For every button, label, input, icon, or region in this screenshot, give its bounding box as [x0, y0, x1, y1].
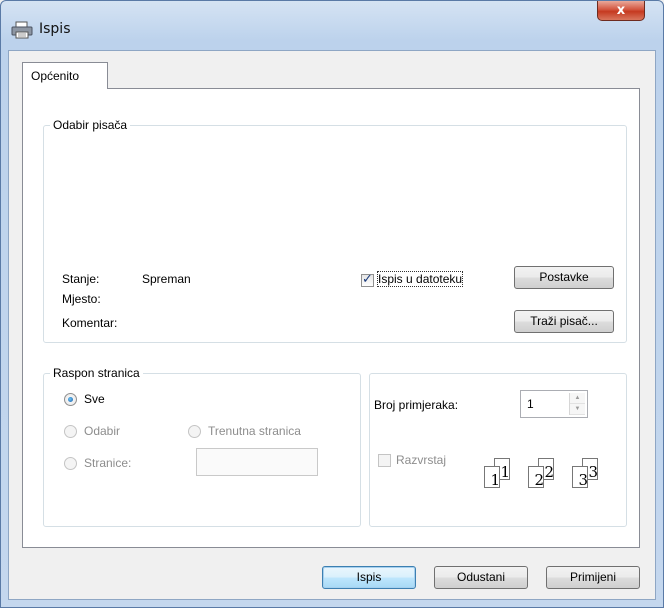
copies-group: Broj primjeraka: 1 ▲ ▼ Razvrstaj 1 1 2 2… — [369, 373, 627, 527]
collate-page-front: 1 — [484, 466, 500, 488]
print-button-label: Ispis — [356, 570, 382, 584]
preferences-button-label: Postavke — [539, 270, 589, 284]
general-tab-panel: Odabir pisača Stanje: Spreman Mjesto: Ko… — [22, 88, 640, 548]
tab-general-label: Općenito — [31, 69, 80, 83]
apply-button[interactable]: Primijeni — [546, 566, 640, 589]
page-range-title: Raspon stranica — [50, 366, 143, 380]
range-pages-label[interactable]: Stranice: — [84, 456, 131, 470]
copies-input[interactable]: 1 ▲ ▼ — [520, 390, 588, 418]
comment-label: Komentar: — [62, 316, 118, 330]
range-current-page-radio[interactable] — [188, 425, 201, 438]
close-icon: x — [616, 3, 626, 18]
range-current-page-label[interactable]: Trenutna stranica — [208, 424, 301, 438]
print-to-file-label[interactable]: Ispis u datoteku — [376, 271, 464, 287]
collate-page-front: 3 — [572, 466, 588, 488]
title-bar[interactable]: Ispis x — [1, 1, 663, 51]
cancel-button[interactable]: Odustani — [434, 566, 528, 589]
apply-button-label: Primijeni — [569, 570, 616, 584]
print-to-file-text: Ispis u datoteku — [378, 272, 463, 286]
printer-selection-title: Odabir pisača — [50, 118, 131, 132]
cancel-button-label: Odustani — [456, 570, 506, 584]
copies-input-value: 1 — [527, 397, 534, 411]
page-range-group: Raspon stranica Sve Odabir Trenutna stra… — [43, 366, 361, 527]
find-printer-button-label: Traži pisač... — [530, 314, 598, 328]
range-all-label[interactable]: Sve — [84, 392, 105, 406]
collate-checkbox[interactable] — [378, 454, 391, 467]
print-to-file-checkbox[interactable] — [361, 272, 374, 287]
pages-input[interactable] — [196, 448, 318, 476]
range-pages-radio[interactable] — [64, 457, 77, 470]
range-all-radio[interactable] — [64, 393, 77, 406]
status-value: Spreman — [142, 272, 191, 286]
collate-page-front: 2 — [528, 466, 544, 488]
printer-icon — [11, 21, 33, 39]
collate-label[interactable]: Razvrstaj — [396, 453, 446, 467]
preferences-button[interactable]: Postavke — [514, 266, 614, 289]
window-title: Ispis — [39, 21, 71, 37]
copies-label: Broj primjeraka: — [374, 398, 459, 412]
find-printer-button[interactable]: Traži pisač... — [514, 310, 614, 333]
range-selection-radio[interactable] — [64, 425, 77, 438]
range-selection-label[interactable]: Odabir — [84, 424, 120, 438]
print-button[interactable]: Ispis — [322, 566, 416, 589]
printer-selection-group: Odabir pisača Stanje: Spreman Mjesto: Ko… — [43, 118, 627, 343]
status-label: Stanje: — [62, 272, 100, 286]
close-button[interactable]: x — [597, 1, 645, 21]
tab-general[interactable]: Općenito — [22, 62, 108, 89]
copies-spinner[interactable]: ▲ ▼ — [569, 393, 585, 415]
spin-down-icon[interactable]: ▼ — [570, 404, 585, 415]
location-label: Mjesto: — [62, 292, 101, 306]
spin-up-icon[interactable]: ▲ — [570, 393, 585, 404]
collate-icon: 1 1 2 2 3 3 — [484, 458, 624, 498]
